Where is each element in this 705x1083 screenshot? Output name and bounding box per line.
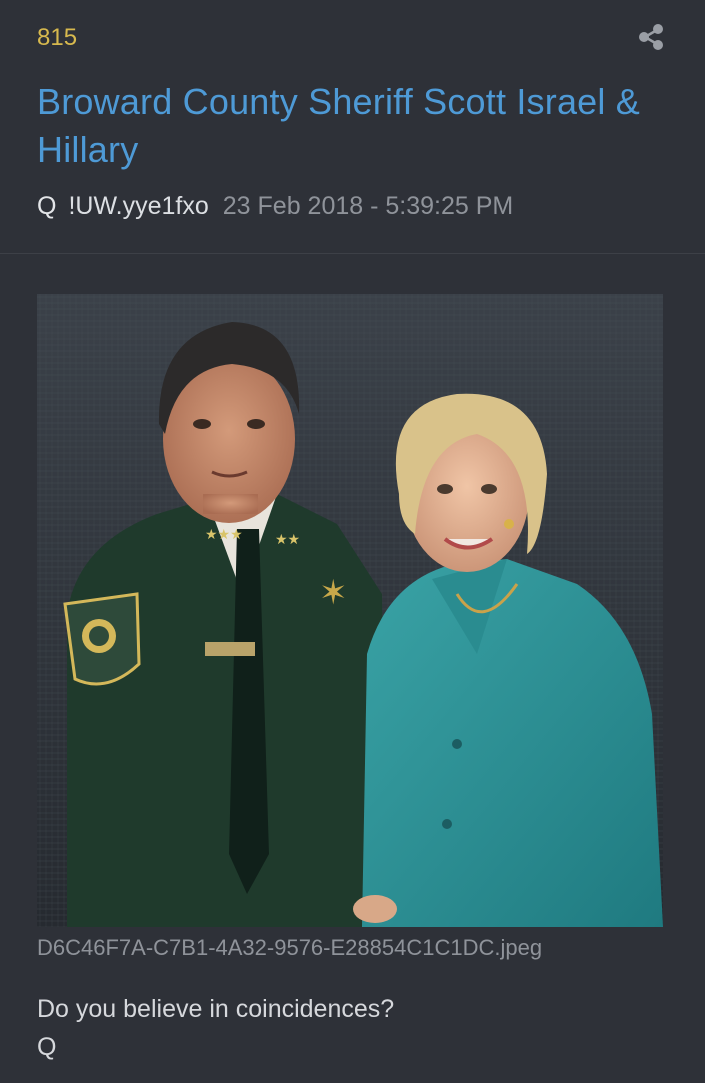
post-header: 815 Broward County Sheriff Scott Israel … <box>0 0 705 253</box>
svg-text:★★: ★★ <box>275 532 300 548</box>
body-line: Do you believe in coincidences? <box>37 995 395 1023</box>
body-line: Q <box>37 1033 57 1061</box>
svg-text:★★★: ★★★ <box>205 527 243 543</box>
image-filename[interactable]: D6C46F7A-C7B1-4A32-9576-E28854C1C1DC.jpe… <box>37 935 542 961</box>
post-timestamp: 23 Feb 2018 - 5:39:25 PM <box>222 192 514 220</box>
tripcode: !UW.yye1fxo <box>68 192 209 220</box>
author-name: Q <box>37 192 57 220</box>
post-body: Do you believe in coincidences? Q <box>37 990 394 1066</box>
svg-text:✶: ✶ <box>319 573 348 613</box>
header-divider <box>0 253 705 254</box>
post-image[interactable]: ★★★ ★★ ✶ <box>37 294 663 927</box>
post-title: Broward County Sheriff Scott Israel & Hi… <box>37 81 640 170</box>
post-number[interactable]: 815 <box>37 24 77 52</box>
post-meta: Q !UW.yye1fxo 23 Feb 2018 - 5:39:25 PM <box>37 192 513 221</box>
share-icon[interactable] <box>636 22 666 52</box>
